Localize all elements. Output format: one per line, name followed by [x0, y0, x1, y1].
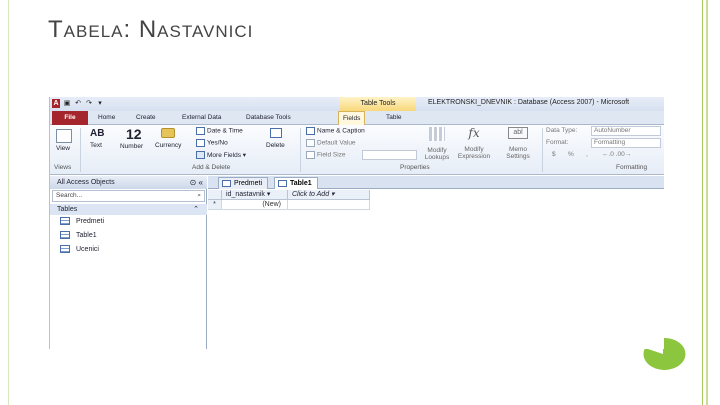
date-time-button[interactable]: Date & Time [196, 127, 243, 135]
fx-icon: fx [468, 126, 480, 140]
document-tabs: Predmeti Table1 [208, 176, 664, 189]
tab-file[interactable]: File [52, 111, 88, 125]
tab-fields[interactable]: Fields [338, 111, 366, 125]
column-header-click-to-add[interactable]: Click to Add ▾ [288, 190, 370, 200]
new-row-click-to-add-cell[interactable] [288, 200, 370, 210]
tab-table[interactable]: Table [386, 111, 402, 125]
checkbox-icon [196, 139, 205, 147]
more-fields-button[interactable]: More Fields ▾ [196, 151, 246, 160]
access-logo-icon[interactable]: A [52, 99, 60, 108]
table-icon [278, 180, 287, 187]
column-header-id-nastavnik[interactable]: id_nastavnik ▾ [222, 190, 288, 200]
ribbon-tabs: File Home Create External Data Database … [50, 111, 664, 125]
tab-database-tools[interactable]: Database Tools [246, 111, 291, 125]
slide-left-border [0, 0, 9, 405]
modify-expression-button[interactable]: fx Modify Expression [454, 126, 494, 160]
nav-search-input[interactable]: Search... ⌕ [52, 190, 205, 202]
new-row-id-cell[interactable]: (New) [222, 200, 288, 210]
name-caption-button[interactable]: Name & Caption [306, 127, 365, 135]
customize-qat-icon[interactable]: ▾ [96, 99, 104, 108]
nav-item-table1[interactable]: Table1 [60, 230, 97, 242]
lookup-icon [429, 127, 445, 141]
field-size-input[interactable] [362, 150, 417, 160]
field-size-icon [306, 151, 315, 159]
tab-external-data[interactable]: External Data [182, 111, 221, 125]
row-selector-header[interactable] [208, 190, 222, 200]
currency-icon [161, 128, 175, 138]
new-row-marker: * [208, 200, 222, 210]
group-formatting: Formatting [616, 164, 648, 171]
currency-button[interactable]: Currency [155, 128, 181, 149]
tab-home[interactable]: Home [98, 111, 115, 125]
memo-settings-button[interactable]: abl Memo Settings [500, 127, 536, 160]
yes-no-button[interactable]: Yes/No [196, 139, 228, 147]
slide-title: TABELA: NASTAVNICI [48, 16, 254, 43]
data-type-select[interactable]: AutoNumber [591, 126, 661, 136]
table-icon [222, 180, 231, 187]
modify-lookups-button[interactable]: Modify Lookups [421, 127, 453, 161]
table-icon [60, 245, 70, 254]
navigation-pane: All Access Objects ⊙ « Search... ⌕ Table… [50, 176, 207, 349]
currency-format-button[interactable]: $ [552, 151, 556, 158]
format-label: Format: [546, 139, 569, 146]
nav-item-predmeti[interactable]: Predmeti [60, 216, 104, 228]
nav-group-tables[interactable]: Tables ⌃ [50, 204, 207, 215]
text-button[interactable]: AB Text [90, 128, 104, 149]
comma-format-button[interactable]: , [586, 151, 588, 158]
nav-item-ucenici[interactable]: Ucenici [60, 244, 99, 256]
delete-button[interactable]: Delete [266, 128, 285, 149]
nav-options-icon[interactable]: ⊙ [190, 178, 197, 187]
field-size-label: Field Size [306, 151, 346, 159]
collapse-icon: ⌃ [193, 206, 199, 213]
window-title: ELEKTRONSKI_DNEVNIK : Database (Access 2… [428, 99, 630, 106]
undo-icon[interactable]: ↶ [74, 99, 82, 108]
delete-icon [270, 128, 282, 138]
more-fields-icon [196, 151, 205, 160]
save-icon[interactable]: ▣ [63, 99, 71, 108]
memo-icon: abl [508, 127, 528, 139]
access-screenshot: A ▣ ↶ ↷ ▾ Table Tools ELEKTRONSKI_DNEVNI… [49, 97, 664, 349]
table-tools-context-label: Table Tools [340, 97, 416, 111]
group-add-delete: Add & Delete [192, 164, 231, 171]
calendar-icon [196, 127, 205, 135]
format-select[interactable]: Formatting [591, 138, 661, 148]
shutter-bar-icon[interactable]: « [199, 178, 203, 187]
slide-right-border [698, 0, 720, 405]
data-type-label: Data Type: [546, 127, 578, 134]
table-icon [60, 217, 70, 226]
tab-create[interactable]: Create [136, 111, 156, 125]
group-properties: Properties [400, 164, 430, 171]
document-area: Predmeti Table1 id_nastavnik ▾ Click to … [208, 176, 664, 349]
table-icon [60, 231, 70, 240]
decimal-buttons[interactable]: ←.0 .00→ [602, 151, 631, 158]
quick-access-toolbar: A ▣ ↶ ↷ ▾ [52, 99, 104, 108]
search-icon: ⌕ [197, 192, 201, 199]
ribbon: View AB Text 12 Number Currency Date & T… [50, 125, 664, 175]
doc-tab-predmeti[interactable]: Predmeti [218, 177, 269, 189]
title-bar: A ▣ ↶ ↷ ▾ Table Tools ELEKTRONSKI_DNEVNI… [50, 97, 664, 111]
number-button[interactable]: 12 Number [120, 126, 143, 150]
percent-format-button[interactable]: % [568, 151, 574, 158]
nav-pane-header[interactable]: All Access Objects ⊙ « [50, 176, 207, 189]
name-caption-icon [306, 127, 315, 135]
view-button[interactable]: View [56, 129, 72, 152]
default-value-button[interactable]: Default Value [306, 139, 356, 147]
default-value-icon [306, 139, 315, 147]
doc-tab-table1[interactable]: Table1 [274, 177, 318, 189]
group-views: Views [54, 164, 72, 171]
redo-icon[interactable]: ↷ [85, 99, 93, 108]
